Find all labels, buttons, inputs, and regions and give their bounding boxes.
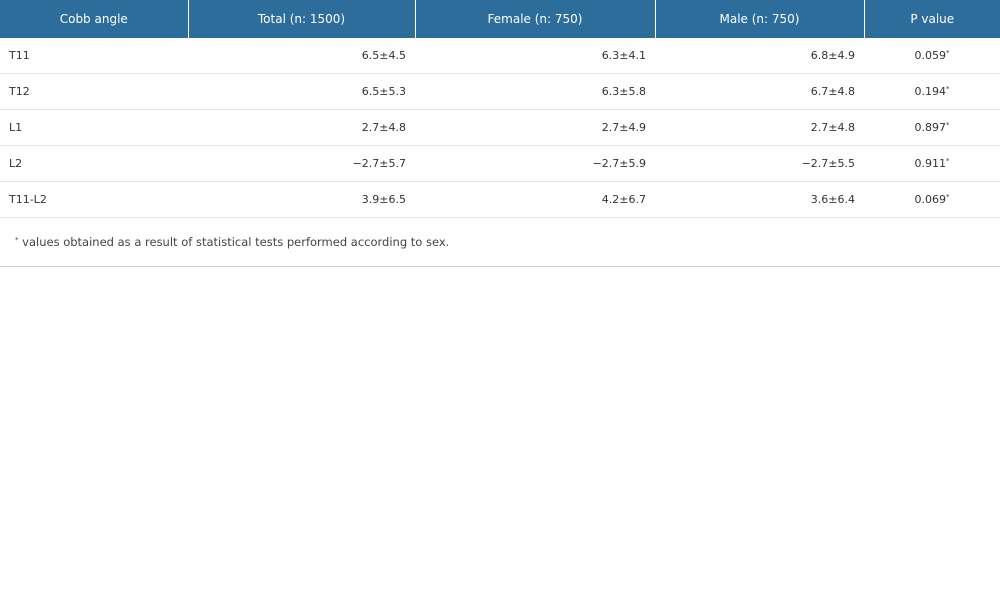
- row-label: T12: [0, 73, 188, 110]
- header-male: Male (n: 750): [655, 0, 865, 38]
- row-label: T11: [0, 38, 188, 74]
- header-cobb-angle: Cobb angle: [0, 0, 189, 38]
- footnote-mark: *: [946, 49, 950, 57]
- table-row: T11 6.5±4.5 6.3±4.1 6.8±4.9 0.059*: [0, 38, 1000, 74]
- female-value: −2.7±5.9: [415, 145, 655, 182]
- female-value: 4.2±6.7: [415, 181, 655, 218]
- data-table-container: Cobb angle Total (n: 1500) Female (n: 75…: [0, 0, 1000, 267]
- p-value: 0.069: [914, 193, 947, 206]
- header-female: Female (n: 750): [415, 0, 656, 38]
- table-row: L2 −2.7±5.7 −2.7±5.9 −2.7±5.5 0.911*: [0, 145, 1000, 182]
- male-value: 6.8±4.9: [655, 38, 864, 74]
- header-total: Total (n: 1500): [188, 0, 416, 38]
- p-value-cell: 0.897*: [864, 109, 1000, 146]
- p-value: 0.911: [914, 157, 947, 170]
- female-value: 2.7±4.9: [415, 109, 655, 146]
- footnote-text: values obtained as a result of statistic…: [18, 235, 450, 249]
- p-value-cell: 0.911*: [864, 145, 1000, 182]
- table-footnote: * values obtained as a result of statist…: [0, 218, 1000, 267]
- p-value: 0.194: [914, 85, 947, 98]
- total-value: −2.7±5.7: [188, 145, 415, 182]
- footnote-mark: *: [946, 193, 950, 201]
- row-label: T11-L2: [0, 181, 188, 218]
- female-value: 6.3±4.1: [415, 38, 655, 74]
- table-header-row: Cobb angle Total (n: 1500) Female (n: 75…: [0, 0, 1000, 38]
- total-value: 2.7±4.8: [188, 109, 415, 146]
- row-label: L1: [0, 109, 188, 146]
- footnote-mark: *: [946, 157, 950, 165]
- p-value: 0.059: [914, 49, 947, 62]
- total-value: 6.5±5.3: [188, 73, 415, 110]
- male-value: 2.7±4.8: [655, 109, 864, 146]
- header-p-value: P value: [864, 0, 1000, 38]
- p-value-cell: 0.069*: [864, 181, 1000, 218]
- table-row: T12 6.5±5.3 6.3±5.8 6.7±4.8 0.194*: [0, 73, 1000, 110]
- row-label: L2: [0, 145, 188, 182]
- table-row: L1 2.7±4.8 2.7±4.9 2.7±4.8 0.897*: [0, 109, 1000, 146]
- male-value: −2.7±5.5: [655, 145, 864, 182]
- female-value: 6.3±5.8: [415, 73, 655, 110]
- p-value: 0.897: [914, 121, 947, 134]
- p-value-cell: 0.194*: [864, 73, 1000, 110]
- p-value-cell: 0.059*: [864, 38, 1000, 74]
- table-row: T11-L2 3.9±6.5 4.2±6.7 3.6±6.4 0.069*: [0, 181, 1000, 218]
- total-value: 3.9±6.5: [188, 181, 415, 218]
- male-value: 6.7±4.8: [655, 73, 864, 110]
- total-value: 6.5±4.5: [188, 38, 415, 74]
- cobb-angle-table: Cobb angle Total (n: 1500) Female (n: 75…: [0, 0, 1000, 218]
- male-value: 3.6±6.4: [655, 181, 864, 218]
- footnote-mark: *: [946, 85, 950, 93]
- footnote-mark: *: [946, 121, 950, 129]
